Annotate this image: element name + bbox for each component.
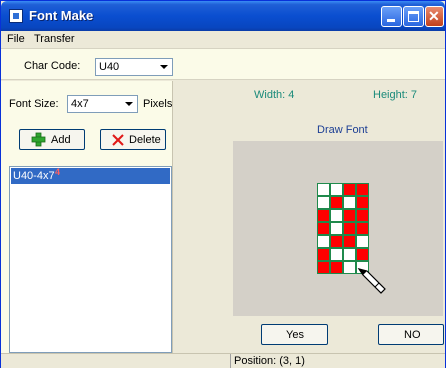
close-button[interactable]: ✕ <box>425 6 444 27</box>
pixel-cell[interactable] <box>343 209 356 222</box>
pixel-cell[interactable] <box>343 196 356 209</box>
pixel-cell[interactable] <box>317 248 330 261</box>
char-code-value: U40 <box>99 61 120 73</box>
right-panel: Width: 4 Height: 7 Draw Font Yes NO <box>174 81 445 353</box>
pixel-cell[interactable] <box>317 183 330 196</box>
delete-x-icon <box>112 134 124 146</box>
pixel-cell[interactable] <box>330 183 343 196</box>
pixel-cell[interactable] <box>317 196 330 209</box>
pixel-cell[interactable] <box>330 222 343 235</box>
list-item-badge: 4 <box>55 167 61 177</box>
minimize-icon <box>387 19 395 22</box>
list-item[interactable]: U40-4x7 4 <box>11 167 170 184</box>
pixel-cell[interactable] <box>330 248 343 261</box>
char-code-bar: Char Code: U40 <box>1 48 445 80</box>
delete-button-label: Delete <box>129 134 161 146</box>
draw-font-title: Draw Font <box>317 124 368 136</box>
maximize-icon <box>408 11 419 22</box>
pixel-cell[interactable] <box>317 235 330 248</box>
pixel-cell[interactable] <box>356 196 369 209</box>
menu-bar: File Transfer <box>1 31 445 48</box>
chevron-down-icon[interactable] <box>156 60 171 74</box>
title-bar[interactable]: Font Make ✕ <box>1 1 445 31</box>
font-size-unit: Pixels <box>143 98 173 110</box>
pixel-cell[interactable] <box>317 222 330 235</box>
add-button-label: Add <box>51 134 71 146</box>
close-icon: ✕ <box>428 8 440 24</box>
window-title: Font Make <box>29 8 94 23</box>
pixel-cell[interactable] <box>330 196 343 209</box>
char-code-label: Char Code: <box>24 60 81 72</box>
char-list[interactable]: U40-4x7 4 <box>9 166 172 353</box>
maximize-button[interactable] <box>403 6 424 27</box>
width-readout: Width: 4 <box>254 89 295 101</box>
font-size-value: 4x7 <box>71 98 89 110</box>
minimize-button[interactable] <box>381 6 402 27</box>
pixel-cell[interactable] <box>356 222 369 235</box>
app-icon <box>9 9 23 23</box>
no-button-label: NO <box>404 329 421 341</box>
pixel-cell[interactable] <box>330 209 343 222</box>
cursor-position: Position: (3, 1) <box>234 355 305 367</box>
pixel-cell[interactable] <box>343 261 356 274</box>
pixel-cell[interactable] <box>356 209 369 222</box>
pixel-cell[interactable] <box>330 261 343 274</box>
pixel-cell[interactable] <box>317 209 330 222</box>
pixel-cell[interactable] <box>343 183 356 196</box>
pixel-cell[interactable] <box>330 235 343 248</box>
pencil-cursor-icon <box>357 268 386 294</box>
yes-button-label: Yes <box>286 329 304 341</box>
status-pane-left <box>1 354 231 368</box>
delete-button[interactable]: Delete <box>100 129 166 150</box>
height-readout: Height: 7 <box>373 89 418 101</box>
list-item-label: U40-4x7 <box>13 170 55 182</box>
pixel-cell[interactable] <box>343 222 356 235</box>
font-size-label: Font Size: <box>9 98 59 110</box>
pixel-cell[interactable] <box>356 183 369 196</box>
plus-icon <box>31 132 46 147</box>
pixel-cell[interactable] <box>356 235 369 248</box>
status-bar: Position: (3, 1) <box>1 353 445 368</box>
char-code-select[interactable]: U40 <box>95 58 173 76</box>
no-button[interactable]: NO <box>378 324 444 345</box>
pixel-cell[interactable] <box>343 235 356 248</box>
chevron-down-icon[interactable] <box>121 97 136 111</box>
menu-file[interactable]: File <box>7 33 25 45</box>
pixel-cell[interactable] <box>317 261 330 274</box>
font-size-select[interactable]: 4x7 <box>67 95 138 113</box>
yes-button[interactable]: Yes <box>261 324 328 345</box>
menu-transfer[interactable]: Transfer <box>34 33 75 45</box>
add-button[interactable]: Add <box>19 129 85 150</box>
pixel-cell[interactable] <box>356 248 369 261</box>
app-window: Font Make ✕ File Transfer Char Code: U40… <box>0 0 446 368</box>
draw-canvas[interactable] <box>233 141 443 316</box>
left-panel: Font Size: 4x7 Pixels Add Delete U40-4x7 <box>1 81 173 353</box>
pixel-cell[interactable] <box>343 248 356 261</box>
